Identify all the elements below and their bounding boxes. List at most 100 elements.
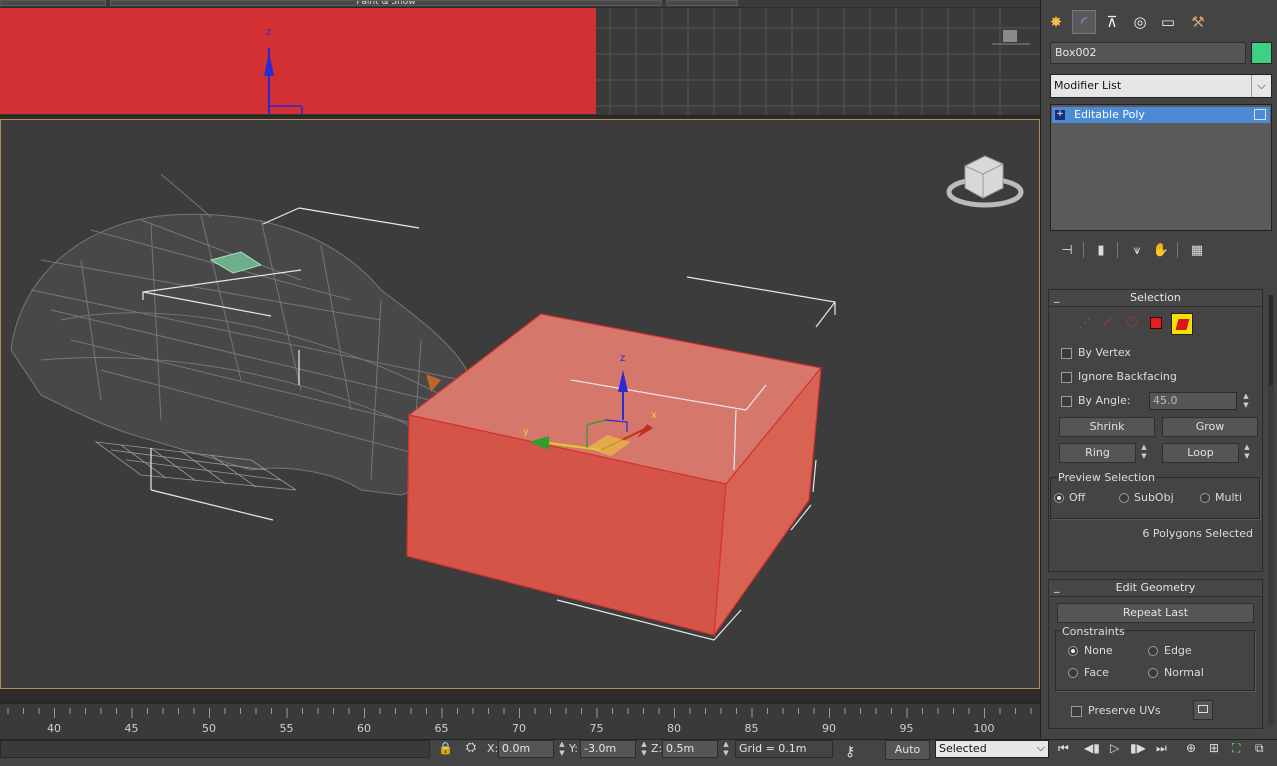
polygon-mode-icon[interactable] <box>1150 317 1162 329</box>
x-coord-field[interactable]: 0.0m <box>498 740 554 758</box>
constraints-group <box>1055 630 1255 691</box>
element-mode-icon <box>1175 319 1190 330</box>
previous-frame-icon[interactable]: ◀▮ <box>1084 741 1100 755</box>
ring-spinner[interactable]: ▲ ▼ <box>1138 443 1150 463</box>
preview-off-label: Off <box>1069 491 1086 504</box>
lock-selection-icon[interactable]: 🔒 <box>438 741 453 757</box>
gizmo-y-label: y <box>523 426 529 437</box>
selection-rollout-header[interactable]: _ Selection <box>1049 290 1262 307</box>
by-angle-checkbox[interactable] <box>1061 396 1072 407</box>
by-angle-spinner[interactable]: ▲ ▼ <box>1240 392 1252 412</box>
modify-tab[interactable]: ◜ <box>1072 10 1096 34</box>
by-angle-field[interactable]: 45.0 <box>1149 392 1237 410</box>
by-vertex-checkbox[interactable] <box>1061 348 1072 359</box>
modify-tab-icon: ◜ <box>1081 13 1087 31</box>
selection-set-dropdown[interactable]: Selected ⌵ <box>935 740 1049 758</box>
hierarchy-tab[interactable]: ⊼ <box>1100 10 1124 34</box>
loop-button[interactable]: Loop <box>1162 443 1239 463</box>
top-strip-tab[interactable] <box>0 0 106 6</box>
set-key-icon[interactable]: ⚷ <box>845 744 871 760</box>
z-coord-label: Z: <box>651 742 663 755</box>
constraint-none-radio[interactable] <box>1068 646 1078 656</box>
constraint-normal-radio[interactable] <box>1148 668 1158 678</box>
object-name-field[interactable]: Box002 <box>1050 42 1246 64</box>
grow-button[interactable]: Grow <box>1162 417 1258 437</box>
settings-box-icon <box>1198 705 1208 713</box>
edit-geometry-rollout: _ Edit Geometry Repeat Last Constraints N… <box>1048 579 1263 729</box>
preserve-uvs-checkbox[interactable] <box>1071 706 1082 717</box>
create-tab[interactable]: ✸ <box>1044 10 1068 34</box>
utilities-tab-icon: ⚒ <box>1191 13 1205 31</box>
scrollbar-thumb[interactable] <box>1269 295 1273 385</box>
z-coord-field[interactable]: 0.5m <box>662 740 718 758</box>
timeline-ticks: 40 45 50 55 60 65 70 75 80 85 90 95 100 <box>7 708 1078 735</box>
stack-item-editable-poly[interactable]: + Editable Poly <box>1052 107 1270 123</box>
absolute-mode-transform-icon[interactable]: ⛭ <box>462 740 480 758</box>
edge-mode-icon[interactable]: ⟋ <box>1103 315 1111 330</box>
make-unique-icon[interactable]: ⩛ <box>1126 240 1148 260</box>
loop-spinner[interactable]: ▲ ▼ <box>1241 443 1253 463</box>
z-coord-spinner[interactable]: ▲ ▼ <box>720 740 732 760</box>
border-mode-icon[interactable]: ◌ <box>1126 314 1137 329</box>
gizmo-z-label: z <box>620 353 626 364</box>
timeline-tick-label: 85 <box>745 722 759 735</box>
object-color-swatch[interactable] <box>1251 42 1272 64</box>
selected-box <box>406 313 823 638</box>
vertex-mode-icon[interactable]: ⋰ <box>1079 316 1091 330</box>
timeline-ruler[interactable]: 40 45 50 55 60 65 70 75 80 85 90 95 100 <box>0 703 1078 739</box>
timeline-tick-label: 55 <box>280 722 294 735</box>
pin-stack-icon[interactable]: ⊣ <box>1056 240 1078 260</box>
go-to-end-icon[interactable]: ⏭ <box>1156 741 1167 756</box>
repeat-last-button[interactable]: Repeat Last <box>1057 603 1254 623</box>
ring-button[interactable]: Ring <box>1059 443 1136 463</box>
top-strip: Paint & Snow <box>0 0 1040 7</box>
edit-geometry-rollout-header[interactable]: _ Edit Geometry <box>1049 580 1262 597</box>
zoom-extents-all-icon[interactable]: ⧉ <box>1255 741 1264 756</box>
top-strip-title-tab[interactable]: Paint & Snow <box>110 0 662 6</box>
show-end-result-icon[interactable]: ▮ <box>1090 240 1112 260</box>
auto-key-button[interactable]: Auto <box>885 740 930 760</box>
modifier-list-dropdown[interactable]: Modifier List ⌵ <box>1050 74 1272 98</box>
timeline-tick-label: 95 <box>900 722 914 735</box>
expand-plus-icon[interactable]: + <box>1055 110 1065 120</box>
constraint-face-radio[interactable] <box>1068 668 1078 678</box>
panel-scrollbar[interactable] <box>1268 295 1274 725</box>
y-coord-label: Y: <box>569 742 578 755</box>
shrink-button[interactable]: Shrink <box>1059 417 1155 437</box>
zoom-icon[interactable]: ⊕ <box>1186 741 1196 755</box>
preview-multi-radio[interactable] <box>1200 493 1210 503</box>
configure-modifier-sets-icon[interactable]: ▦ <box>1186 240 1208 260</box>
y-coord-spinner[interactable]: ▲ ▼ <box>638 740 650 760</box>
preview-subobj-label: SubObj <box>1134 491 1174 504</box>
preview-off-radio[interactable] <box>1054 493 1064 503</box>
selection-rollout: _ Selection ⋰ ⟋ ◌ By Vertex Ignore Backfa… <box>1048 289 1263 572</box>
modifier-stack[interactable]: + Editable Poly <box>1050 104 1272 231</box>
go-to-start-icon[interactable]: ⏮ <box>1058 741 1069 756</box>
zoom-all-icon[interactable]: ⊞ <box>1209 741 1219 755</box>
ignore-backfacing-checkbox[interactable] <box>1061 372 1072 383</box>
y-coord-field[interactable]: -3.0m <box>580 740 636 758</box>
perspective-viewport[interactable]: z x y <box>0 119 1040 689</box>
display-tab[interactable]: ▭ <box>1156 10 1180 34</box>
modifier-list-label: Modifier List <box>1054 79 1122 92</box>
zoom-extents-icon[interactable]: ⛶ <box>1232 741 1240 756</box>
timeline-tick-label: 75 <box>590 722 604 735</box>
top-viewport[interactable]: z <box>0 8 1040 116</box>
by-vertex-label: By Vertex <box>1078 346 1131 359</box>
maxscript-listener-field[interactable] <box>0 740 430 758</box>
next-frame-icon[interactable]: ▮▶ <box>1130 741 1146 755</box>
preview-subobj-radio[interactable] <box>1119 493 1129 503</box>
x-coord-spinner[interactable]: ▲ ▼ <box>556 740 568 760</box>
remove-modifier-icon[interactable]: ✋ <box>1150 240 1172 260</box>
element-mode-button[interactable] <box>1171 313 1193 335</box>
motion-tab[interactable]: ◎ <box>1128 10 1152 34</box>
selection-rollout-title: Selection <box>1130 291 1181 304</box>
command-panel: ✸ ◜ ⊼ ◎ ▭ ⚒ Box002 Modifier List ⌵ + Edi… <box>1040 0 1277 766</box>
top-strip-tab-2[interactable] <box>666 0 738 6</box>
constraint-edge-radio[interactable] <box>1148 646 1158 656</box>
utilities-tab[interactable]: ⚒ <box>1186 10 1210 34</box>
play-icon[interactable]: ▷ <box>1110 741 1119 755</box>
chevron-down-icon: ⌵ <box>1036 741 1045 754</box>
preserve-uvs-settings-button[interactable] <box>1193 700 1213 720</box>
grid-size-display: Grid = 0.1m <box>735 740 833 758</box>
